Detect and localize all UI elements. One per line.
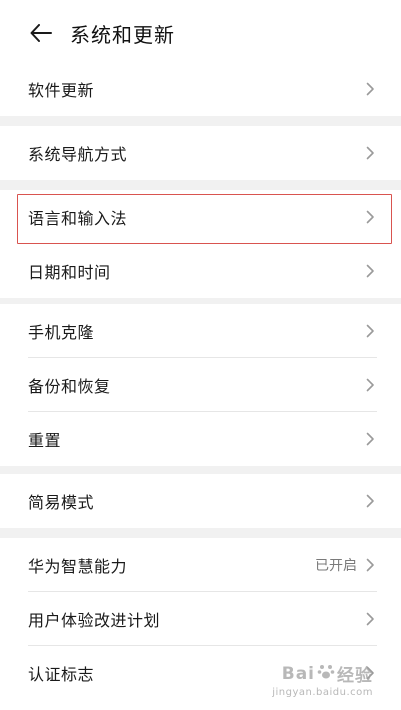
chevron-right-icon (363, 210, 377, 224)
watermark-logo: Bai 经验 (281, 661, 373, 687)
group-navigation: 系统导航方式 (0, 126, 401, 180)
row-language-input[interactable]: 语言和输入法 (0, 190, 401, 244)
watermark-left: Bai (281, 663, 315, 684)
row-simple-mode[interactable]: 简易模式 (0, 474, 401, 528)
row-label: 简易模式 (28, 493, 95, 512)
header: 系统和更新 (0, 0, 401, 66)
back-button[interactable] (26, 18, 56, 48)
watermark: Bai 经验 jingyan.baidu.com (272, 661, 373, 699)
page-title: 系统和更新 (70, 22, 175, 47)
group-separator (0, 116, 401, 126)
group-separator (0, 180, 401, 190)
chevron-right-icon (363, 82, 377, 96)
chevron-right-icon (363, 378, 377, 392)
row-backup-restore[interactable]: 备份和恢复 (0, 358, 401, 412)
chevron-right-icon (363, 324, 377, 338)
row-date-time[interactable]: 日期和时间 (0, 244, 401, 298)
chevron-right-icon (363, 612, 377, 626)
row-system-navigation[interactable]: 系统导航方式 (0, 126, 401, 180)
row-label: 备份和恢复 (28, 377, 111, 396)
chevron-right-icon (363, 264, 377, 278)
arrow-left-icon (30, 24, 52, 42)
row-label: 系统导航方式 (28, 145, 128, 164)
row-label: 日期和时间 (28, 263, 111, 282)
group-language-date: 语言和输入法 日期和时间 (0, 190, 401, 298)
chevron-right-icon (363, 494, 377, 508)
group-separator (0, 528, 401, 538)
chevron-right-icon (363, 558, 377, 572)
watermark-url: jingyan.baidu.com (272, 687, 373, 698)
row-label: 重置 (28, 431, 62, 450)
row-label: 软件更新 (28, 81, 95, 100)
row-phone-clone[interactable]: 手机克隆 (0, 304, 401, 358)
chevron-right-icon (363, 432, 377, 446)
row-software-update[interactable]: 软件更新 (0, 62, 401, 116)
row-huawei-ai[interactable]: 华为智慧能力 已开启 (0, 538, 401, 592)
settings-page: 系统和更新 软件更新 系统导航方式 语言和输入法 日期和时间 手机克隆 备份和恢… (0, 0, 401, 710)
group-software-update: 软件更新 (0, 62, 401, 116)
group-simple-mode: 简易模式 (0, 474, 401, 528)
watermark-right: 经验 (337, 666, 373, 686)
row-user-experience[interactable]: 用户体验改进计划 (0, 592, 401, 646)
chevron-right-icon (363, 146, 377, 160)
paw-icon (317, 662, 335, 685)
row-label: 手机克隆 (28, 323, 95, 342)
row-label: 华为智慧能力 (28, 557, 128, 576)
group-clone-backup-reset: 手机克隆 备份和恢复 重置 (0, 304, 401, 466)
row-reset[interactable]: 重置 (0, 412, 401, 466)
status-value: 已开启 (315, 558, 357, 574)
row-label: 用户体验改进计划 (28, 611, 161, 630)
row-label: 语言和输入法 (28, 209, 128, 228)
